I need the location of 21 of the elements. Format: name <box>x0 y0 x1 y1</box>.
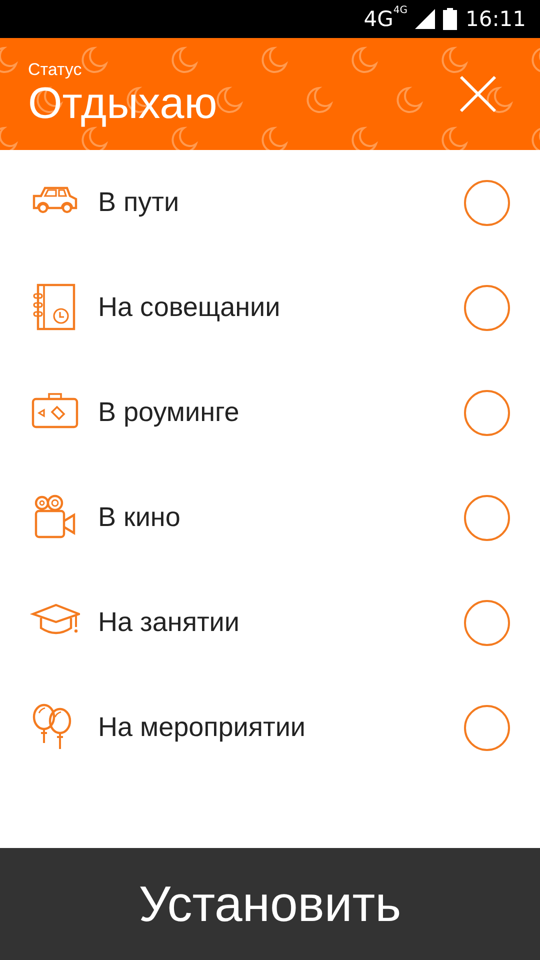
battery-icon <box>443 8 458 30</box>
network-type: 4G <box>364 7 394 31</box>
status-option[interactable]: На совещании <box>98 292 464 323</box>
status-option[interactable]: На мероприятии <box>98 712 464 743</box>
network-type: 4G <box>393 5 408 16</box>
status-option[interactable]: В роуминге <box>98 397 464 428</box>
status-option[interactable]: В кино <box>98 502 464 533</box>
set-button[interactable]: Установить <box>0 848 540 960</box>
clock: 16:11 <box>465 7 526 31</box>
radio-button[interactable] <box>464 284 510 330</box>
radio-button[interactable] <box>464 180 510 226</box>
radio-button[interactable] <box>464 494 510 540</box>
close-button[interactable] <box>458 74 498 114</box>
radio-button[interactable] <box>464 600 510 646</box>
header-caption: Статус <box>28 60 83 80</box>
status-option[interactable]: В пути <box>98 187 464 218</box>
radio-button[interactable] <box>464 704 510 750</box>
status-title: Отдыхаю <box>28 80 218 128</box>
radio-button[interactable] <box>464 390 510 436</box>
signal-icon <box>415 9 436 29</box>
status-option[interactable]: На занятии <box>98 607 464 638</box>
